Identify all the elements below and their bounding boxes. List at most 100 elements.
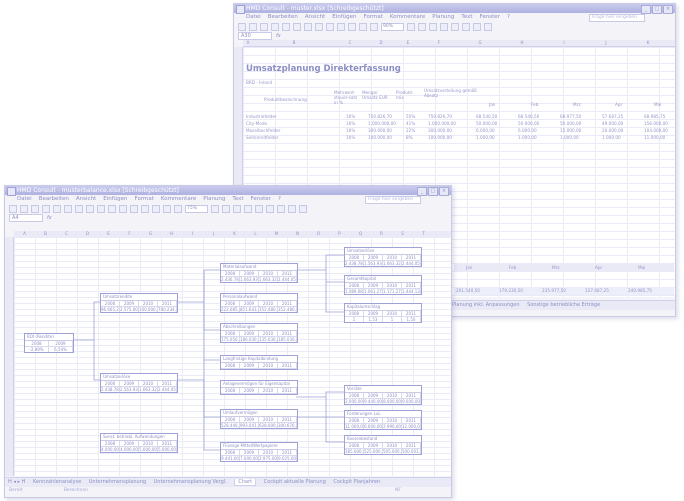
col-b[interactable]: B [253,40,335,46]
border-icon[interactable] [288,205,296,213]
save-icon[interactable] [260,23,268,31]
help-search-input[interactable]: Frage hier eingeben [365,196,421,204]
menu-fenster[interactable]: Fenster [251,195,271,204]
menu-help[interactable]: ? [278,195,281,204]
col-d[interactable]: D [365,40,397,46]
zoom-select[interactable]: 90% [381,23,404,31]
help-icon[interactable] [407,23,415,31]
border-icon[interactable] [462,23,470,31]
fill-color-icon[interactable] [299,205,307,213]
col-f[interactable]: F [419,40,459,46]
font-color-icon[interactable] [484,23,492,31]
col-i[interactable]: I [543,40,585,46]
currency-icon[interactable] [277,205,285,213]
col-c[interactable]: C [335,40,365,46]
paste-icon[interactable] [97,205,105,213]
menu-planung[interactable]: Planung [203,195,225,204]
help-icon[interactable] [211,205,219,213]
tab-kennzahlenanalyse[interactable]: Kennzahlenanalyse [33,479,81,485]
tab-cockpit-aktuell[interactable]: Cockpit aktuelle Planung [264,479,326,485]
node-sonstige-aufwendungen[interactable]: Sonst. betriebl. Aufwendungen 2008 2009 20… [100,433,178,453]
sum-icon[interactable] [141,205,149,213]
node-umsatzerloese-2[interactable]: Umsatzerlöse 2008200920102011 2.438.786,… [344,247,422,267]
preview-icon[interactable] [282,23,290,31]
new-icon[interactable] [238,23,246,31]
chart-icon[interactable] [370,23,378,31]
node-langfristige-kapitalbindung[interactable]: Langfristige Kapitalbindung 2008 2009 2010… [220,355,298,370]
undo-icon[interactable] [326,23,334,31]
cut-icon[interactable] [75,205,83,213]
name-box[interactable]: A4 [9,214,43,222]
menu-einfuegen[interactable]: Einfügen [103,195,127,204]
col-j[interactable]: J [585,40,627,46]
menu-kommentare[interactable]: Kommentare [390,13,425,22]
merge-icon[interactable] [266,205,274,213]
tab-sonstige-ertraege[interactable]: Sonstige betriebliche Erträge [527,302,600,308]
align-icon[interactable] [255,205,263,213]
tab-unternehmensplanung[interactable]: Unternehmensplanung [89,479,146,485]
menu-fenster[interactable]: Fenster [480,13,500,22]
bold-icon[interactable] [222,205,230,213]
menu-planung[interactable]: Planung [432,13,454,22]
italic-icon[interactable] [429,23,437,31]
menu-ansicht[interactable]: Ansicht [76,195,96,204]
menu-text[interactable]: Text [461,13,472,22]
menu-einfuegen[interactable]: Einfügen [332,13,356,22]
menu-format[interactable]: Format [135,195,154,204]
node-kassenbestand[interactable]: Kassenbestand 2008200920102011 185.000,0… [344,435,422,455]
node-materialaufwand[interactable]: Materialaufwand 2008 2009 2010 2011 2.436.7… [220,263,298,283]
tab-planung-anpassungen[interactable]: Planung inkl. Anpassungen [452,302,520,308]
tab-unternehmensplanung-vergl[interactable]: Unternehmensplanung Vergl. [154,479,227,485]
hyperlink-icon[interactable] [130,205,138,213]
paste-icon[interactable] [315,23,323,31]
cut-icon[interactable] [293,23,301,31]
menu-kommentare[interactable]: Kommentare [161,195,196,204]
col-h[interactable]: H [501,40,543,46]
preview-icon[interactable] [53,205,61,213]
italic-icon[interactable] [233,205,241,213]
name-box[interactable]: A30 [238,32,272,40]
open-icon[interactable] [20,205,28,213]
copy-icon[interactable] [86,205,94,213]
redo-icon[interactable] [119,205,127,213]
menu-help[interactable]: ? [507,13,510,22]
node-roi[interactable]: ROI (Rendite) 2008 2009 -2,89% 6,54% [24,333,74,353]
menu-text[interactable]: Text [232,195,243,204]
print-icon[interactable] [42,205,50,213]
fill-color-icon[interactable] [473,23,481,31]
node-umsatzerloese[interactable]: Umsatzerlöse 2008200920102011 2.438.786,… [100,373,178,393]
menu-bearbeiten[interactable]: Bearbeiten [268,13,298,22]
node-fluessige-mittel[interactable]: Flüssige Mittel/Wertpapiere 2008 2009 2010… [220,442,298,462]
sort-icon[interactable] [359,23,367,31]
sort-icon[interactable] [152,205,160,213]
copy-icon[interactable] [304,23,312,31]
node-forderungen[interactable]: Forderungen LuL 2008 2009 2010 2011 11.000,… [344,410,422,430]
node-umlaufvermoegen[interactable]: Umlaufvermögen 2008 2009 2010 2011 528.440,… [220,409,298,429]
node-vorraete[interactable]: Vorräte 2008 2009 2010 2011 2.000,00 9.440,0… [344,385,422,405]
align-icon[interactable] [451,23,459,31]
node-personalaufwand[interactable]: Personalaufwand 2008 2009 2010 2011 222.085… [220,293,298,313]
menu-datei[interactable]: Datei [17,195,32,204]
open-icon[interactable] [249,23,257,31]
bold-icon[interactable] [418,23,426,31]
node-abschreibungen[interactable]: Abschreibungen 2008 2009 2010 2011 175.050,… [220,323,298,343]
node-umsatzrendite[interactable]: Umsatzrendite 2008 2009 2010 2011 96.665,25… [100,293,178,313]
col-g[interactable]: G [459,40,501,46]
col-a[interactable]: A [243,40,253,46]
new-icon[interactable] [9,205,17,213]
col-k[interactable]: K [627,40,669,46]
underline-icon[interactable] [244,205,252,213]
tab-chart[interactable]: Chart [234,479,257,486]
node-anlagevermoegen[interactable]: Anlagevermögen für Eigenkapital 2008 2009… [220,380,298,395]
chart-icon[interactable] [163,205,171,213]
sum-icon[interactable] [348,23,356,31]
help-search-input[interactable]: Frage hier eingeben [589,14,645,22]
save-icon[interactable] [31,205,39,213]
col-e[interactable]: E [397,40,419,46]
menu-format[interactable]: Format [364,13,383,22]
menu-ansicht[interactable]: Ansicht [305,13,325,22]
print-icon[interactable] [271,23,279,31]
node-kapitalumschlag[interactable]: Kapitalumschlag 2008 2009 2010 2011 1 1,53 1 1… [344,303,422,323]
undo-icon[interactable] [108,205,116,213]
sheet-nav-arrows[interactable]: H ◂ ▸ H [5,479,25,485]
